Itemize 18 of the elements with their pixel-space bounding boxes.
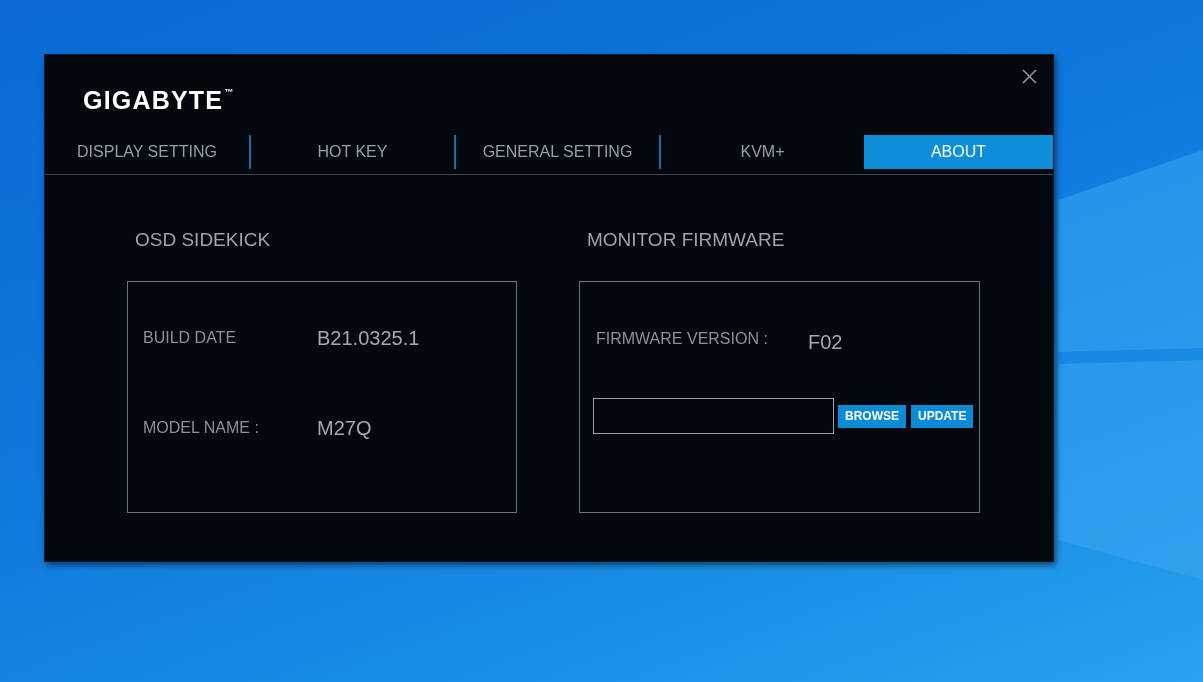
close-icon [1022, 69, 1037, 84]
file-path-field[interactable] [593, 398, 834, 434]
update-button[interactable]: UPDATE [911, 404, 974, 428]
close-button[interactable] [1022, 69, 1037, 84]
field-value: F02 [808, 330, 843, 355]
field-label: FIRMWARE VERSION : [596, 329, 769, 349]
field-value: M27Q [317, 416, 372, 441]
tab[interactable]: ABOUT [864, 135, 1053, 169]
tab[interactable]: HOT KEY [249, 135, 454, 169]
section-title: MONITOR FIRMWARE [587, 228, 786, 252]
field-label: MODEL NAME : [143, 418, 260, 438]
field-value: B21.0325.1 [317, 326, 420, 351]
tab[interactable]: DISPLAY SETTING [45, 135, 249, 169]
brand-logo: GIGABYTE$^{™}$ [83, 85, 234, 115]
section-title: OSD SIDEKICK [135, 228, 272, 252]
browse-button[interactable]: BROWSE [838, 404, 906, 428]
field-label: BUILD DATE [143, 328, 238, 348]
tab[interactable]: GENERAL SETTING [454, 135, 659, 169]
